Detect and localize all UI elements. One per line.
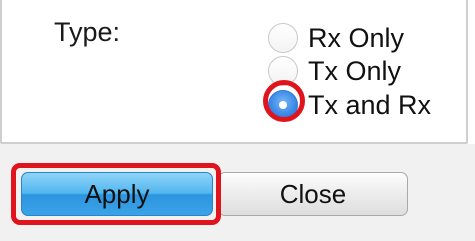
radio-button-rx-only[interactable]: [268, 23, 298, 53]
apply-button[interactable]: Apply: [21, 172, 213, 216]
radio-option-tx-and-rx[interactable]: Tx and Rx: [268, 87, 431, 123]
radio-button-tx-and-rx[interactable]: [268, 90, 298, 120]
radio-label-rx-only: Rx Only: [308, 22, 405, 53]
radio-label-tx-and-rx: Tx and Rx: [308, 89, 432, 120]
radio-button-tx-only[interactable]: [268, 56, 298, 86]
type-label: Type:: [54, 17, 121, 47]
close-button[interactable]: Close: [218, 172, 408, 216]
settings-panel: Type: Rx Only Tx Only Tx and Rx: [0, 0, 468, 144]
radio-label-tx-only: Tx Only: [308, 55, 402, 86]
radio-selected-dot: [279, 101, 287, 109]
radio-option-rx-only[interactable]: Rx Only: [268, 20, 404, 56]
radio-option-tx-only[interactable]: Tx Only: [268, 53, 401, 89]
